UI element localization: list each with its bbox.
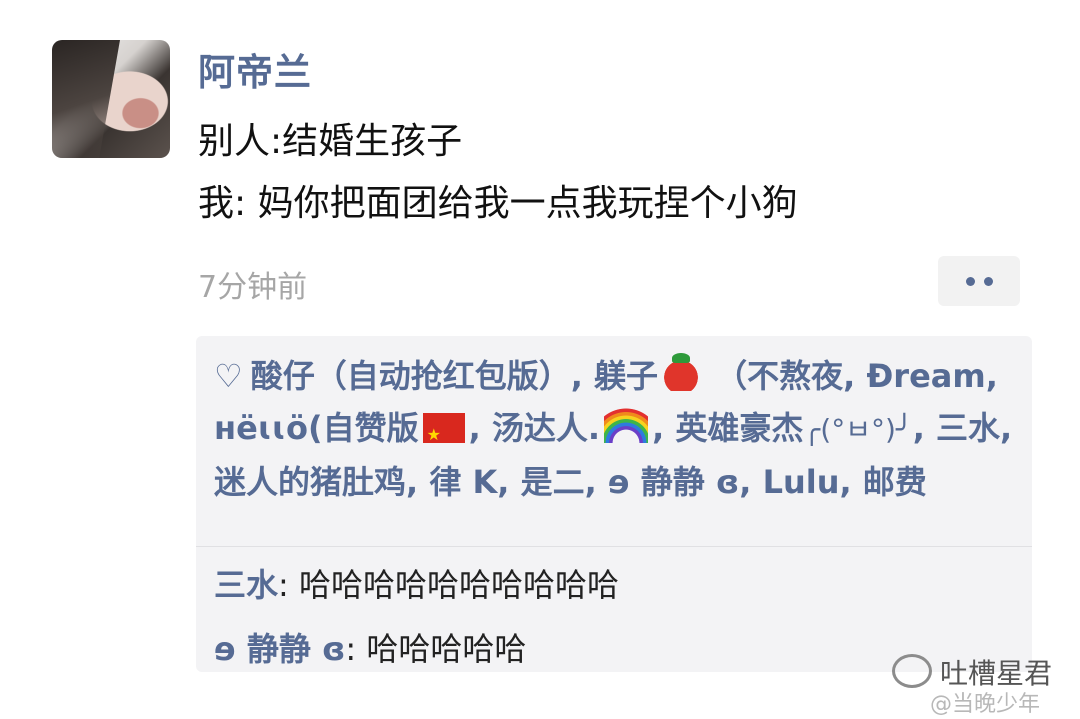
post-text-line-1: 别人:结婚生孩子 <box>198 121 463 162</box>
comment-text: 哈哈哈哈哈 <box>366 630 527 668</box>
likes-list: ♡酸仔（自动抢红包版）, 躾子 （不熬夜, Ðream, нёɩɩö(自赞版, … <box>214 350 1014 508</box>
like-name[interactable]: 汤达人. <box>492 409 600 447</box>
strawberry-emoji-icon <box>662 353 701 391</box>
like-name[interactable]: Ðream <box>866 357 985 395</box>
china-flag-emoji-icon <box>422 409 465 461</box>
like-name[interactable]: 律 K <box>429 463 497 501</box>
like-name[interactable]: 三水 <box>936 409 1000 447</box>
like-name[interactable]: 是二 <box>521 463 585 501</box>
avatar-photo <box>52 40 121 158</box>
like-name[interactable]: 酸仔（自动抢红包版） <box>251 357 571 395</box>
more-actions-button[interactable] <box>938 256 1020 306</box>
like-name[interactable]: нёɩɩö(自赞版 <box>214 409 419 447</box>
post-text-line-2: 我: 妈你把面团给我一点我玩捏个小狗 <box>198 183 798 224</box>
like-name[interactable]: 躾子 <box>594 357 658 395</box>
watermark: 吐槽星君 @当晚少年 <box>892 650 1072 717</box>
like-name[interactable]: ɘ 静静 ɞ <box>608 463 739 501</box>
like-name[interactable]: （不熬夜 <box>715 357 843 395</box>
wechat-logo-icon <box>892 654 932 688</box>
like-name-kaomoji[interactable]: ╭(°ㅂ°)╯ <box>803 413 912 446</box>
heart-outline-icon: ♡ <box>214 357 243 395</box>
comment-author[interactable]: ɘ 静静 ɞ <box>214 630 345 668</box>
post-timestamp: 7分钟前 <box>198 270 308 305</box>
more-dot-icon <box>983 276 993 286</box>
like-name[interactable]: 英雄豪杰 <box>675 409 803 447</box>
like-name[interactable]: 邮费 <box>863 463 927 501</box>
watermark-subtitle: @当晚少年 <box>930 692 1041 717</box>
interaction-panel: ♡酸仔（自动抢红包版）, 躾子 （不熬夜, Ðream, нёɩɩö(自赞版, … <box>196 336 1032 672</box>
divider <box>196 546 1032 547</box>
more-dot-icon <box>965 276 975 286</box>
rainbow-emoji-icon <box>604 405 649 443</box>
avatar[interactable] <box>52 40 170 158</box>
author-name[interactable]: 阿帝兰 <box>198 42 312 96</box>
comment-item[interactable]: 三水: 哈哈哈哈哈哈哈哈哈哈 <box>214 560 619 606</box>
like-name[interactable]: Lulu <box>763 463 840 501</box>
comment-author[interactable]: 三水 <box>214 566 278 604</box>
like-name[interactable]: 迷人的猪肚鸡 <box>214 463 406 501</box>
comment-item[interactable]: ɘ 静静 ɞ: 哈哈哈哈哈 <box>214 624 526 670</box>
comment-text: 哈哈哈哈哈哈哈哈哈哈 <box>298 566 619 604</box>
